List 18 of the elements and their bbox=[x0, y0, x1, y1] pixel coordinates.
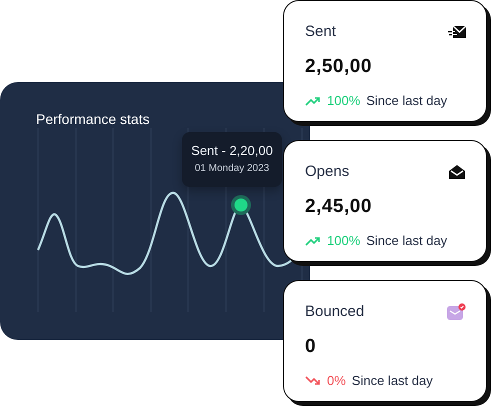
card-title: Bounced bbox=[305, 302, 364, 322]
stat-value: 2,50,00 bbox=[305, 54, 373, 78]
envelope-badge-icon bbox=[446, 303, 466, 322]
change-percent: 0% bbox=[327, 372, 346, 390]
open-envelope-icon bbox=[448, 164, 466, 180]
tooltip-title: Sent - 2,20,00 bbox=[190, 143, 274, 159]
change-percent: 100% bbox=[327, 92, 360, 110]
change-percent: 100% bbox=[327, 232, 360, 250]
stat-value: 2,45,00 bbox=[305, 194, 373, 218]
trend-note: Since last day bbox=[352, 372, 433, 390]
stat-value: 0 bbox=[305, 334, 318, 358]
envelope-icon bbox=[448, 25, 466, 40]
tooltip-date: 01 Monday 2023 bbox=[194, 162, 270, 176]
trend-note: Since last day bbox=[366, 232, 448, 250]
card-title: Sent bbox=[305, 22, 336, 42]
card-title: Opens bbox=[305, 162, 350, 182]
trend-note: Since last day bbox=[366, 92, 448, 110]
chart-title: Performance stats bbox=[35, 110, 151, 129]
